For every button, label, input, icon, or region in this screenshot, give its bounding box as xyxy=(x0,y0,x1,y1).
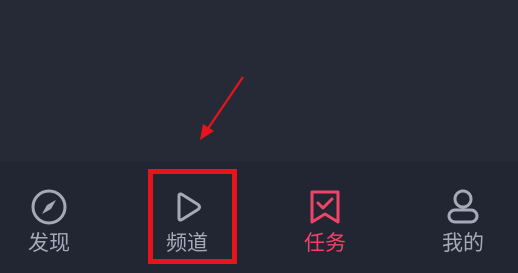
person-icon xyxy=(444,188,482,226)
tab-channel-label: 频道 xyxy=(166,231,208,255)
app-screen: 发现 频道 任务 我的 xyxy=(0,0,518,273)
tab-tasks[interactable]: 任务 xyxy=(270,188,380,260)
task-ribbon-check-icon xyxy=(306,188,344,226)
compass-icon xyxy=(30,188,68,226)
tab-mine-label: 我的 xyxy=(442,231,484,255)
bottom-tab-bar: 发现 频道 任务 我的 xyxy=(0,162,518,273)
play-icon xyxy=(168,188,206,226)
tab-mine[interactable]: 我的 xyxy=(408,188,518,260)
tab-tasks-label: 任务 xyxy=(304,231,346,255)
tab-discover[interactable]: 发现 xyxy=(0,188,104,260)
tab-discover-label: 发现 xyxy=(28,231,70,255)
tab-channel[interactable]: 频道 xyxy=(132,188,242,260)
